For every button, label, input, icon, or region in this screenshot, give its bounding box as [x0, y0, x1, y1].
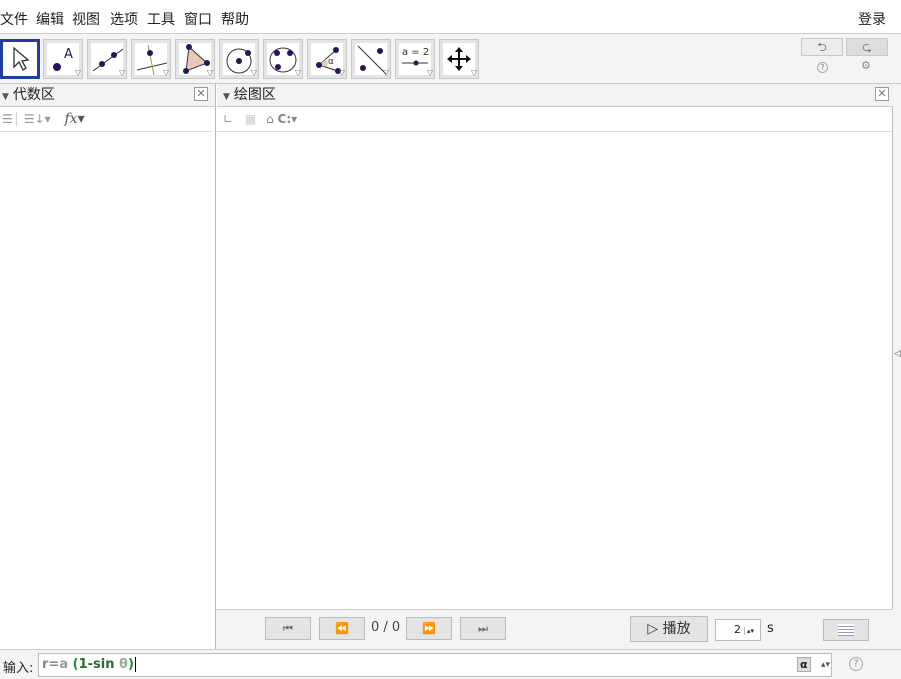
description-mode-icon[interactable]: ☰ — [2, 112, 13, 126]
animation-bar: ⏮ ⏪ 0 / 0 ⏩ ⏭ ▷ 播放 2 ▴▾ s — [216, 609, 893, 649]
settings-icon[interactable]: ⚙ — [861, 59, 871, 72]
next-step-button[interactable]: ⏩ — [406, 617, 452, 640]
perpendicular-tool[interactable]: ▽ — [131, 39, 171, 79]
point-tool[interactable]: A ▽ — [43, 39, 83, 79]
polygon-tool[interactable]: ▽ — [175, 39, 215, 79]
sort-icon[interactable]: ☰↓▾ — [24, 112, 51, 126]
home-icon[interactable]: ⌂ — [266, 112, 274, 126]
history-stepper[interactable]: ▴▾ — [821, 654, 830, 676]
help-icon[interactable]: ? — [817, 62, 828, 73]
svg-text:α: α — [328, 57, 334, 67]
construction-protocol-button[interactable] — [823, 619, 869, 641]
graphics-style-bar: ∟ ▦ ⌂ C:▾ — [217, 107, 892, 132]
graphics-view[interactable] — [216, 84, 893, 649]
menu-options[interactable]: 选项 — [110, 9, 138, 29]
svg-text:a = 2: a = 2 — [402, 47, 429, 58]
speed-unit: s — [767, 621, 774, 636]
menu-view[interactable]: 视图 — [72, 9, 100, 29]
menu-bar: 文件 编辑 视图 选项 工具 窗口 帮助 登录 — [0, 0, 901, 34]
close-graphics-button[interactable]: ✕ — [875, 87, 889, 101]
fx-icon[interactable]: fx▾ — [65, 111, 85, 127]
close-algebra-button[interactable]: ✕ — [194, 87, 208, 101]
line-tool[interactable]: ▽ — [87, 39, 127, 79]
input-token: r= — [42, 657, 60, 672]
algebra-view — [0, 84, 216, 649]
input-token: 1-sin — [78, 657, 119, 672]
input-field[interactable]: r=a (1-sin θ) α ▴▾ — [38, 653, 832, 677]
step-counter: 0 / 0 — [371, 620, 401, 635]
collapse-icon[interactable]: ▼ — [223, 92, 230, 102]
angle-tool[interactable]: α ▽ — [307, 39, 347, 79]
algebra-header: ▼ 代数区 ✕ — [0, 84, 216, 107]
input-token: ) — [127, 657, 134, 672]
toolbar: A ▽ ▽ ▽ ▽ ▽ ▽ α ▽ ▽ a = 2 ▽ ▽ ⮌ ⮎ ? ⚙ — [0, 34, 901, 84]
move-view-tool[interactable]: ▽ — [439, 39, 479, 79]
input-token: a — [59, 657, 73, 672]
arrow-icon — [13, 46, 30, 71]
alpha-symbols-button[interactable]: α — [797, 657, 811, 672]
input-token: θ — [119, 657, 128, 672]
undo-button[interactable]: ⮌ — [801, 38, 843, 56]
menu-edit[interactable]: 编辑 — [36, 9, 64, 29]
menu-file[interactable]: 文件 — [0, 9, 28, 29]
move-tool[interactable] — [0, 39, 40, 79]
circle-3pts-tool[interactable]: ▽ — [263, 39, 303, 79]
algebra-title: 代数区 — [12, 87, 55, 103]
graphics-header: ▼ 绘图区 ✕ — [217, 84, 893, 107]
play-button[interactable]: ▷ 播放 — [630, 616, 708, 642]
point-capture-icon[interactable]: C:▾ — [278, 112, 298, 126]
menu-tools[interactable]: 工具 — [147, 9, 175, 29]
grid-icon[interactable]: ▦ — [245, 112, 256, 126]
login-link[interactable]: 登录 — [858, 9, 886, 29]
menu-help[interactable]: 帮助 — [221, 9, 249, 29]
input-label: 输入: — [3, 661, 34, 676]
side-panel-toggle[interactable]: ◁ — [893, 84, 901, 649]
menu-window[interactable]: 窗口 — [184, 9, 212, 29]
protocol-icon — [838, 624, 854, 636]
first-step-button[interactable]: ⏮ — [265, 617, 311, 640]
svg-text:A: A — [64, 47, 73, 62]
last-step-button[interactable]: ⏭ — [460, 617, 506, 640]
expand-icon: ◁ — [894, 349, 901, 359]
redo-button[interactable]: ⮎ — [846, 38, 888, 56]
algebra-toolbar: ☰│ ☰↓▾ fx▾ — [0, 107, 212, 132]
input-bar: 输入: r=a (1-sin θ) α ▴▾ ? — [0, 649, 901, 679]
axes-icon[interactable]: ∟ — [223, 112, 233, 126]
slider-tool[interactable]: a = 2 ▽ — [395, 39, 435, 79]
prev-step-button[interactable]: ⏪ — [319, 617, 365, 640]
circle-tool[interactable]: ▽ — [219, 39, 259, 79]
input-help-icon[interactable]: ? — [849, 657, 863, 671]
collapse-icon[interactable]: ▼ — [2, 92, 9, 102]
graphics-title: 绘图区 — [233, 87, 276, 103]
speed-stepper[interactable]: 2 ▴▾ — [715, 619, 761, 641]
reflect-tool[interactable]: ▽ — [351, 39, 391, 79]
